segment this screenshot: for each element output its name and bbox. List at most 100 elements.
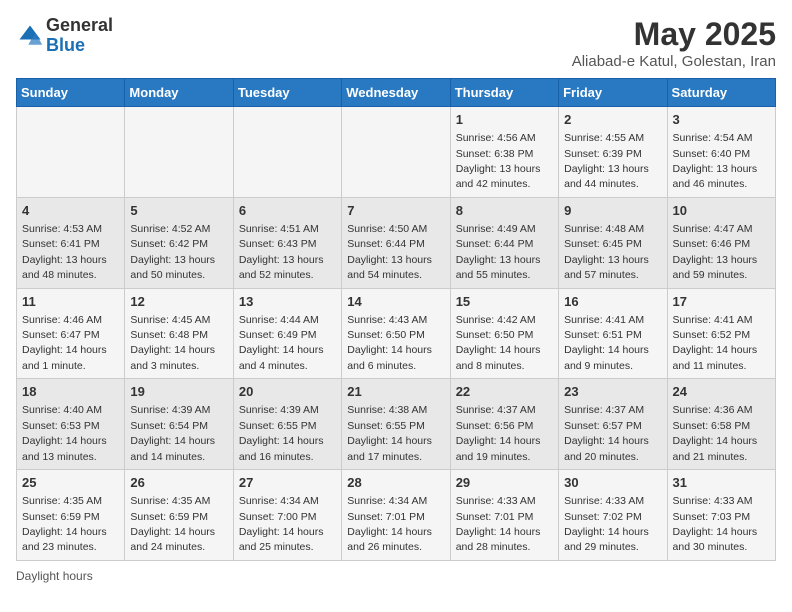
- calendar-cell: 17Sunrise: 4:41 AM Sunset: 6:52 PM Dayli…: [667, 288, 775, 379]
- day-number: 11: [22, 293, 119, 311]
- day-number: 28: [347, 474, 444, 492]
- day-info: Sunrise: 4:49 AM Sunset: 6:44 PM Dayligh…: [456, 223, 541, 281]
- calendar-week-row: 1 Sunrise: 4:56 AM Sunset: 6:38 PM Daylig…: [17, 107, 776, 198]
- day-info: Sunrise: 4:34 AM Sunset: 7:01 PM Dayligh…: [347, 495, 432, 553]
- calendar-cell: 12Sunrise: 4:45 AM Sunset: 6:48 PM Dayli…: [125, 288, 233, 379]
- calendar-cell: 23 Sunrise: 4:37 AM Sunset: 6:57 PM Dayli…: [559, 379, 667, 470]
- calendar-cell: 25 Sunrise: 4:35 AM Sunset: 6:59 PM Dayli…: [17, 470, 125, 561]
- calendar-cell: 10Sunrise: 4:47 AM Sunset: 6:46 PM Dayli…: [667, 197, 775, 288]
- calendar-cell: 9 Sunrise: 4:48 AM Sunset: 6:45 PM Daylig…: [559, 197, 667, 288]
- day-number: 20: [239, 383, 336, 401]
- calendar-title: May 2025: [572, 16, 776, 53]
- day-number: 24: [673, 383, 770, 401]
- day-number: 23: [564, 383, 661, 401]
- day-number: 4: [22, 202, 119, 220]
- day-info: Sunrise: 4:48 AM Sunset: 6:45 PM Dayligh…: [564, 223, 649, 281]
- day-number: 21: [347, 383, 444, 401]
- day-info: Sunrise: 4:56 AM Sunset: 6:38 PM Dayligh…: [456, 132, 541, 190]
- day-number: 13: [239, 293, 336, 311]
- day-of-week-header: Tuesday: [233, 79, 341, 107]
- day-info: Sunrise: 4:37 AM Sunset: 6:56 PM Dayligh…: [456, 404, 541, 462]
- calendar-cell: [125, 107, 233, 198]
- calendar-cell: 20 Sunrise: 4:39 AM Sunset: 6:55 PM Dayli…: [233, 379, 341, 470]
- day-info: Sunrise: 4:53 AM Sunset: 6:41 PM Dayligh…: [22, 223, 107, 281]
- calendar-week-row: 25 Sunrise: 4:35 AM Sunset: 6:59 PM Dayli…: [17, 470, 776, 561]
- day-info: Sunrise: 4:34 AM Sunset: 7:00 PM Dayligh…: [239, 495, 324, 553]
- day-number: 19: [130, 383, 227, 401]
- calendar-cell: 19 Sunrise: 4:39 AM Sunset: 6:54 PM Dayli…: [125, 379, 233, 470]
- day-info: Sunrise: 4:39 AM Sunset: 6:54 PM Dayligh…: [130, 404, 215, 462]
- day-number: 30: [564, 474, 661, 492]
- day-number: 25: [22, 474, 119, 492]
- day-info: Sunrise: 4:35 AM Sunset: 6:59 PM Dayligh…: [130, 495, 215, 553]
- day-number: 22: [456, 383, 553, 401]
- logo-general-text: General: [46, 16, 113, 36]
- calendar-cell: 31 Sunrise: 4:33 AM Sunset: 7:03 PM Dayli…: [667, 470, 775, 561]
- calendar-cell: 26 Sunrise: 4:35 AM Sunset: 6:59 PM Dayli…: [125, 470, 233, 561]
- day-info: Sunrise: 4:38 AM Sunset: 6:55 PM Dayligh…: [347, 404, 432, 462]
- day-number: 7: [347, 202, 444, 220]
- day-of-week-header: Thursday: [450, 79, 558, 107]
- day-number: 26: [130, 474, 227, 492]
- page-header: General Blue May 2025 Aliabad-e Katul, G…: [16, 16, 776, 70]
- day-number: 15: [456, 293, 553, 311]
- logo: General Blue: [16, 16, 113, 56]
- day-info: Sunrise: 4:33 AM Sunset: 7:02 PM Dayligh…: [564, 495, 649, 553]
- calendar-week-row: 11 Sunrise: 4:46 AM Sunset: 6:47 PM Dayli…: [17, 288, 776, 379]
- day-number: 6: [239, 202, 336, 220]
- day-info: Sunrise: 4:33 AM Sunset: 7:03 PM Dayligh…: [673, 495, 758, 553]
- day-number: 1: [456, 111, 553, 129]
- day-info: Sunrise: 4:51 AM Sunset: 6:43 PM Dayligh…: [239, 223, 324, 281]
- calendar-cell: [342, 107, 450, 198]
- calendar-cell: 29Sunrise: 4:33 AM Sunset: 7:01 PM Dayli…: [450, 470, 558, 561]
- day-info: Sunrise: 4:54 AM Sunset: 6:40 PM Dayligh…: [673, 132, 758, 190]
- day-of-week-header: Sunday: [17, 79, 125, 107]
- day-info: Sunrise: 4:43 AM Sunset: 6:50 PM Dayligh…: [347, 314, 432, 372]
- calendar-week-row: 4 Sunrise: 4:53 AM Sunset: 6:41 PM Daylig…: [17, 197, 776, 288]
- calendar-body: 1 Sunrise: 4:56 AM Sunset: 6:38 PM Daylig…: [17, 107, 776, 561]
- calendar-header: SundayMondayTuesdayWednesdayThursdayFrid…: [17, 79, 776, 107]
- day-info: Sunrise: 4:35 AM Sunset: 6:59 PM Dayligh…: [22, 495, 107, 553]
- calendar-cell: [17, 107, 125, 198]
- calendar-cell: 22 Sunrise: 4:37 AM Sunset: 6:56 PM Dayli…: [450, 379, 558, 470]
- day-info: Sunrise: 4:50 AM Sunset: 6:44 PM Dayligh…: [347, 223, 432, 281]
- day-number: 3: [673, 111, 770, 129]
- calendar-table: SundayMondayTuesdayWednesdayThursdayFrid…: [16, 78, 776, 561]
- day-number: 16: [564, 293, 661, 311]
- calendar-cell: 6 Sunrise: 4:51 AM Sunset: 6:43 PM Daylig…: [233, 197, 341, 288]
- day-info: Sunrise: 4:55 AM Sunset: 6:39 PM Dayligh…: [564, 132, 649, 190]
- calendar-cell: 8 Sunrise: 4:49 AM Sunset: 6:44 PM Daylig…: [450, 197, 558, 288]
- day-number: 31: [673, 474, 770, 492]
- calendar-cell: 4 Sunrise: 4:53 AM Sunset: 6:41 PM Daylig…: [17, 197, 125, 288]
- calendar-cell: 28 Sunrise: 4:34 AM Sunset: 7:01 PM Dayli…: [342, 470, 450, 561]
- day-of-week-header: Saturday: [667, 79, 775, 107]
- day-of-week-header: Monday: [125, 79, 233, 107]
- calendar-subtitle: Aliabad-e Katul, Golestan, Iran: [572, 53, 776, 70]
- day-number: 5: [130, 202, 227, 220]
- day-info: Sunrise: 4:41 AM Sunset: 6:52 PM Dayligh…: [673, 314, 758, 372]
- header-row: SundayMondayTuesdayWednesdayThursdayFrid…: [17, 79, 776, 107]
- day-info: Sunrise: 4:39 AM Sunset: 6:55 PM Dayligh…: [239, 404, 324, 462]
- legend: Daylight hours: [16, 569, 776, 583]
- day-info: Sunrise: 4:41 AM Sunset: 6:51 PM Dayligh…: [564, 314, 649, 372]
- daylight-hours-label: Daylight hours: [16, 569, 93, 583]
- logo-blue-text: Blue: [46, 36, 113, 56]
- day-number: 9: [564, 202, 661, 220]
- day-number: 8: [456, 202, 553, 220]
- day-number: 14: [347, 293, 444, 311]
- calendar-cell: 7 Sunrise: 4:50 AM Sunset: 6:44 PM Daylig…: [342, 197, 450, 288]
- calendar-cell: 3 Sunrise: 4:54 AM Sunset: 6:40 PM Daylig…: [667, 107, 775, 198]
- calendar-cell: [233, 107, 341, 198]
- day-info: Sunrise: 4:52 AM Sunset: 6:42 PM Dayligh…: [130, 223, 215, 281]
- day-info: Sunrise: 4:33 AM Sunset: 7:01 PM Dayligh…: [456, 495, 541, 553]
- day-of-week-header: Friday: [559, 79, 667, 107]
- calendar-week-row: 18Sunrise: 4:40 AM Sunset: 6:53 PM Dayli…: [17, 379, 776, 470]
- calendar-cell: 16 Sunrise: 4:41 AM Sunset: 6:51 PM Dayli…: [559, 288, 667, 379]
- day-number: 2: [564, 111, 661, 129]
- day-number: 27: [239, 474, 336, 492]
- day-info: Sunrise: 4:46 AM Sunset: 6:47 PM Dayligh…: [22, 314, 107, 372]
- day-info: Sunrise: 4:37 AM Sunset: 6:57 PM Dayligh…: [564, 404, 649, 462]
- calendar-cell: 15Sunrise: 4:42 AM Sunset: 6:50 PM Dayli…: [450, 288, 558, 379]
- calendar-cell: 11 Sunrise: 4:46 AM Sunset: 6:47 PM Dayli…: [17, 288, 125, 379]
- calendar-cell: 2 Sunrise: 4:55 AM Sunset: 6:39 PM Daylig…: [559, 107, 667, 198]
